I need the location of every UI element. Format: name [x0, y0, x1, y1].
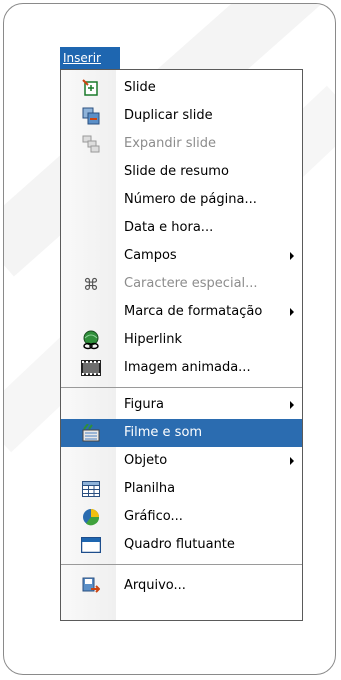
svg-text:⌘: ⌘ — [83, 275, 99, 293]
menu-item-filme-e-som[interactable]: Filme e som — [61, 419, 302, 447]
menu-item-label: Gráfico... — [124, 509, 183, 524]
submenu-arrow-icon — [290, 308, 294, 316]
menu-item-grafico[interactable]: Gráfico... — [61, 503, 302, 531]
spreadsheet-icon — [81, 479, 101, 499]
menu-item-figura[interactable]: Figura — [61, 391, 302, 419]
menu-item-label: Marca de formatação — [124, 304, 263, 319]
menu-separator — [61, 387, 302, 388]
menu-item-data-e-hora[interactable]: Data e hora... — [61, 214, 302, 242]
floating-frame-icon — [81, 535, 101, 555]
animated-image-icon — [81, 358, 101, 378]
hyperlink-icon — [81, 330, 101, 350]
menu-item-label: Filme e som — [124, 425, 203, 440]
menu-item-slide-de-resumo[interactable]: Slide de resumo — [61, 158, 302, 186]
menu-item-label: Slide de resumo — [124, 164, 229, 179]
menu-item-label: Caractere especial... — [124, 276, 258, 291]
menu-item-arquivo[interactable]: Arquivo... — [61, 572, 302, 600]
menu-title-label: Inserir — [63, 51, 101, 65]
menu-item-label: Data e hora... — [124, 220, 214, 235]
file-insert-icon — [81, 576, 101, 596]
menu-separator — [61, 564, 302, 565]
menu-item-label: Quadro flutuante — [124, 537, 235, 552]
menu-item-objeto[interactable]: Objeto — [61, 447, 302, 475]
chart-icon — [81, 507, 101, 527]
new-slide-icon — [81, 78, 101, 98]
menu-item-caractere-especial: ⌘ Caractere especial... — [61, 270, 302, 298]
menu-item-label: Duplicar slide — [124, 108, 213, 123]
menu-item-hiperlink[interactable]: Hiperlink — [61, 326, 302, 354]
menu-item-label: Slide — [124, 80, 156, 95]
menu-item-label: Planilha — [124, 481, 176, 496]
menu-item-marca-de-formatacao[interactable]: Marca de formatação — [61, 298, 302, 326]
menu-item-label: Objeto — [124, 453, 168, 468]
menu-title-inserir[interactable]: Inserir — [60, 47, 120, 69]
submenu-arrow-icon — [290, 457, 294, 465]
menu-item-label: Figura — [124, 397, 164, 412]
menu-item-quadro-flutuante[interactable]: Quadro flutuante — [61, 531, 302, 559]
menu-item-imagem-animada[interactable]: Imagem animada... — [61, 354, 302, 382]
menu-item-numero-de-pagina[interactable]: Número de página... — [61, 186, 302, 214]
menu-item-label: Imagem animada... — [124, 360, 251, 375]
menu-item-planilha[interactable]: Planilha — [61, 475, 302, 503]
submenu-arrow-icon — [290, 401, 294, 409]
menu-item-label: Hiperlink — [124, 332, 182, 347]
menu-item-expandir-slide: Expandir slide — [61, 130, 302, 158]
special-character-icon: ⌘ — [81, 274, 101, 294]
menu-item-label: Arquivo... — [124, 578, 186, 593]
movie-sound-icon — [81, 423, 101, 443]
menu-item-label: Número de página... — [124, 192, 257, 207]
menu-item-slide[interactable]: Slide — [61, 74, 302, 102]
menu-item-campos[interactable]: Campos — [61, 242, 302, 270]
duplicate-slide-icon — [81, 106, 101, 126]
menu-item-label: Expandir slide — [124, 136, 216, 151]
menu-item-duplicar-slide[interactable]: Duplicar slide — [61, 102, 302, 130]
submenu-arrow-icon — [290, 252, 294, 260]
insert-dropdown-menu: Slide Duplicar slide Expandir slide Slid… — [60, 69, 303, 621]
expand-slide-icon — [81, 134, 101, 154]
menu-item-label: Campos — [124, 248, 177, 263]
